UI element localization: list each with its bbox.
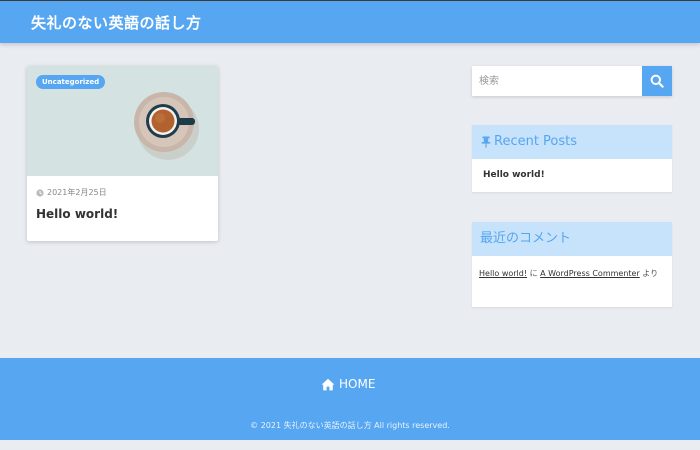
search-icon (650, 74, 664, 88)
category-badge[interactable]: Uncategorized (36, 75, 106, 89)
clock-icon (36, 188, 44, 197)
recent-comments-heading: 最近のコメント (472, 222, 672, 256)
comment-suffix: より (642, 269, 659, 278)
post-title[interactable]: Hello world! (36, 207, 118, 221)
site-title[interactable]: 失礼のない英語の話し方 (31, 12, 202, 33)
post-thumbnail[interactable]: Uncategorized (27, 66, 218, 176)
footer-home-label: HOME (339, 377, 376, 391)
recent-posts-widget: Recent Posts Hello world! (472, 125, 672, 192)
recent-comments-heading-text: 最近のコメント (480, 231, 572, 246)
post-date-text: 2021年2月25日 (47, 188, 107, 197)
site-header: 失礼のない英語の話し方 (0, 0, 700, 43)
search-form (472, 66, 672, 96)
home-icon (321, 378, 335, 390)
search-button[interactable] (642, 66, 672, 96)
footer-home-link[interactable]: HOME (321, 377, 375, 391)
copyright-text: © 2021 失礼のない英語の話し方 All rights reserved. (250, 421, 450, 430)
recent-comments-widget: 最近のコメント Hello world! に A WordPress Comme… (472, 222, 672, 307)
recent-posts-heading-text: Recent Posts (494, 134, 578, 149)
post-date: 2021年2月25日 (36, 187, 107, 198)
pin-icon (481, 136, 491, 148)
recent-posts-heading: Recent Posts (472, 125, 672, 159)
recent-post-link[interactable]: Hello world! (483, 170, 545, 180)
comment-entry: Hello world! に A WordPress Commenter より (479, 266, 669, 282)
comment-post-link[interactable]: Hello world! (479, 269, 527, 278)
page-bottom-strip (0, 440, 700, 450)
comment-author-link[interactable]: A WordPress Commenter (540, 269, 640, 278)
site-footer: HOME © 2021 失礼のない英語の話し方 All rights reser… (0, 358, 700, 440)
search-input[interactable] (472, 66, 642, 96)
post-card[interactable]: Uncategorized 2021年2月25日 Hello world! (27, 66, 218, 241)
comment-connector: に (529, 269, 538, 278)
